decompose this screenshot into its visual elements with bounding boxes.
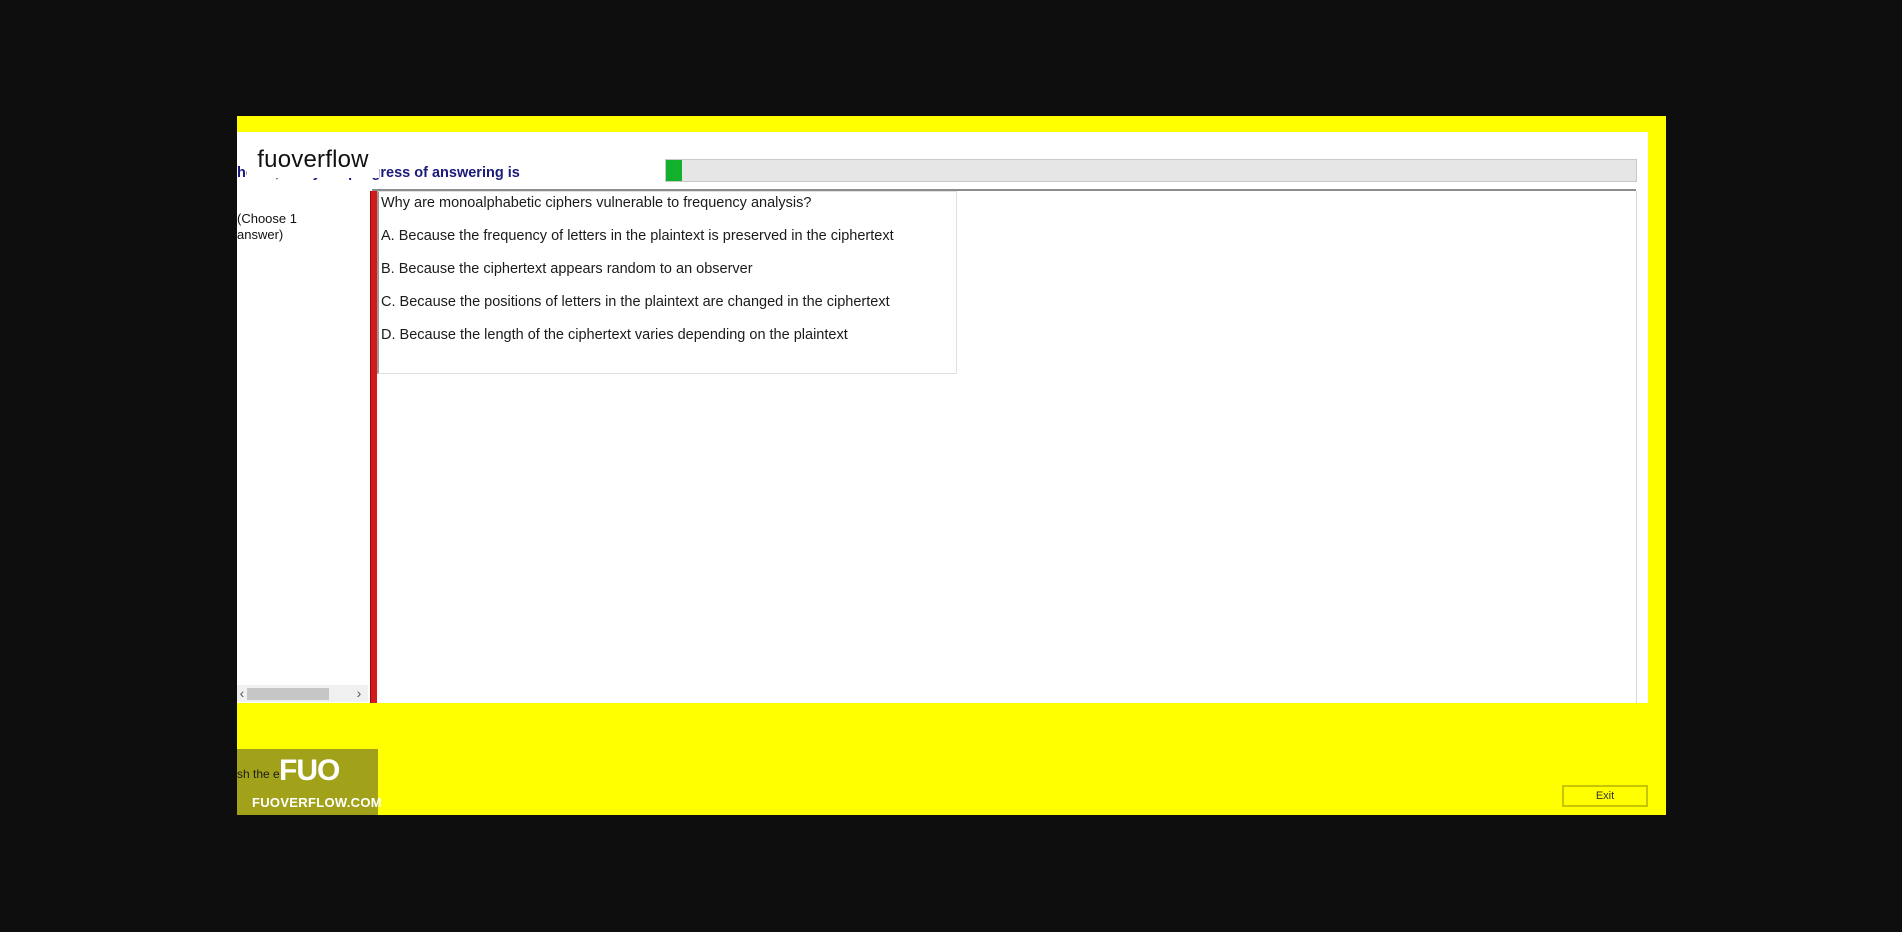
brand-label: fuoverflow xyxy=(247,142,379,178)
watermark-logo: FUO xyxy=(279,754,340,787)
splitter-bar[interactable] xyxy=(370,191,377,704)
option-c[interactable]: C. Because the positions of letters in t… xyxy=(381,294,890,310)
watermark-site: FUOVERFLOW.COM xyxy=(252,795,382,810)
scroll-thumb[interactable] xyxy=(247,688,329,700)
finish-label-partial: sh the e xyxy=(237,767,280,781)
progress-fill xyxy=(666,160,683,181)
option-d[interactable]: D. Because the length of the ciphertext … xyxy=(381,327,848,343)
question-sidebar[interactable]: (Choose 1 answer) ‹ › xyxy=(237,191,368,704)
exam-window: he ns, and your progress of answering is… xyxy=(237,116,1666,815)
answer-instruction: (Choose 1 answer) xyxy=(237,211,297,242)
footer-bar xyxy=(237,703,1666,815)
progress-bar xyxy=(665,159,1637,182)
question-text: Why are monoalphabetic ciphers vulnerabl… xyxy=(381,195,812,211)
scroll-left-icon[interactable]: ‹ xyxy=(237,685,247,702)
option-b[interactable]: B. Because the ciphertext appears random… xyxy=(381,261,753,277)
exit-button[interactable]: Exit xyxy=(1562,785,1648,807)
horizontal-scrollbar[interactable]: ‹ › xyxy=(237,685,368,702)
question-content-area: Why are monoalphabetic ciphers vulnerabl… xyxy=(377,191,1637,704)
option-a[interactable]: A. Because the frequency of letters in t… xyxy=(381,228,894,244)
question-box: Why are monoalphabetic ciphers vulnerabl… xyxy=(377,191,957,374)
scroll-right-icon[interactable]: › xyxy=(354,685,364,702)
